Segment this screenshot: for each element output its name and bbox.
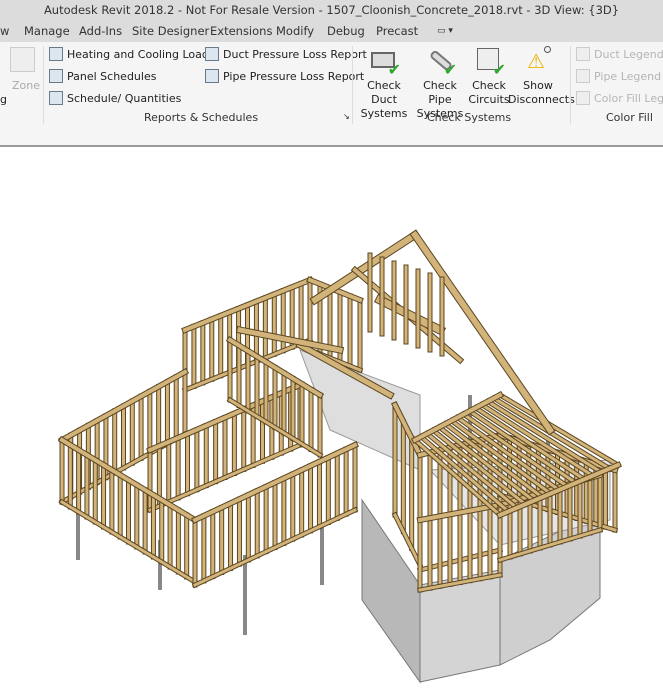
dialog-launcher-icon[interactable]: ↘ [343, 112, 350, 121]
heating-cooling-loads-button[interactable]: Heating and Cooling Loads [49, 47, 215, 61]
window-title: Autodesk Revit 2018.2 - Not For Resale V… [0, 0, 663, 21]
label: Circuits [468, 93, 510, 106]
duct-pressure-loss-report-button[interactable]: Duct Pressure Loss Report [205, 47, 367, 61]
panel-schedule-icon [49, 69, 63, 83]
duct-legend-icon [576, 47, 590, 61]
pipe-pressure-loss-report-button[interactable]: Pipe Pressure Loss Report [205, 69, 364, 83]
tab-debug[interactable]: Debug [327, 24, 365, 38]
show-disconnects-button[interactable]: ⚠ Show Disconnects [508, 46, 575, 107]
zone-icon[interactable] [10, 47, 35, 72]
pipe-report-icon [205, 69, 219, 83]
beam [310, 230, 420, 305]
schedule-quantities-button[interactable]: Schedule/ Quantities [49, 91, 181, 105]
color-fill-legend-button[interactable]: Color Fill Legend [576, 91, 663, 105]
partial-button-label: g [0, 93, 7, 106]
zone-button[interactable]: Zone [12, 79, 40, 92]
duct-legend-button[interactable]: Duct Legend [576, 47, 663, 61]
heating-loads-icon [49, 47, 63, 61]
label: Schedule/ Quantities [67, 91, 182, 105]
label: Show [523, 79, 553, 92]
check-circuits-button[interactable]: ✔ Check Circuits [468, 46, 510, 107]
duct-check-icon: ✔ [369, 46, 401, 78]
pipe-legend-button[interactable]: Pipe Legend [576, 69, 661, 83]
color-fill-legend-icon [576, 91, 590, 105]
label: Pipe Legend [594, 69, 662, 83]
check-duct-systems-button[interactable]: ✔ Check Duct Systems [356, 46, 412, 121]
label: Systems [360, 107, 408, 120]
pipe-legend-icon [576, 69, 590, 83]
pipe-check-icon: ✔ [425, 46, 457, 78]
panel-label-color-fill: Color Fill [606, 111, 653, 124]
tab-modify[interactable]: Modify [276, 24, 314, 38]
ribbon-minimize-toggle-icon[interactable]: ▭ ▾ [437, 26, 453, 36]
panel-label-reports: Reports & Schedules [144, 111, 259, 124]
tab-extensions[interactable]: Extensions [210, 24, 272, 38]
label: Panel Schedules [67, 69, 157, 83]
label: Check [472, 79, 506, 92]
label: Duct Pressure Loss Report [223, 47, 367, 61]
ribbon: Zone g Heating and Cooling Loads Panel S… [0, 42, 663, 147]
panel-label-check-systems: Check Systems [427, 111, 512, 124]
circuit-check-icon: ✔ [474, 46, 506, 78]
label: Duct Legend [594, 47, 663, 61]
tab-manage[interactable]: Manage [24, 24, 70, 38]
tab-precast[interactable]: Precast [376, 24, 418, 38]
warning-disconnect-icon: ⚠ [523, 46, 553, 76]
3d-view-canvas[interactable] [0, 149, 663, 694]
duct-report-icon [205, 47, 219, 61]
label: Pipe Pressure Loss Report [223, 69, 365, 83]
label: Check Duct [367, 79, 401, 106]
tab-add-ins[interactable]: Add-Ins [79, 24, 122, 38]
label: Check Pipe [423, 79, 457, 106]
check-pipe-systems-button[interactable]: ✔ Check Pipe Systems [412, 46, 468, 121]
ribbon-tabs: w Manage Add-Ins Site Designer Extension… [0, 21, 663, 42]
tab-site-designer[interactable]: Site Designer [132, 24, 209, 38]
tab-view[interactable]: w [0, 24, 9, 38]
label: Heating and Cooling Loads [67, 47, 215, 61]
schedule-icon [49, 91, 63, 105]
label: Disconnects [508, 93, 575, 106]
label: Color Fill Legend [594, 91, 663, 105]
panel-schedules-button[interactable]: Panel Schedules [49, 69, 156, 83]
